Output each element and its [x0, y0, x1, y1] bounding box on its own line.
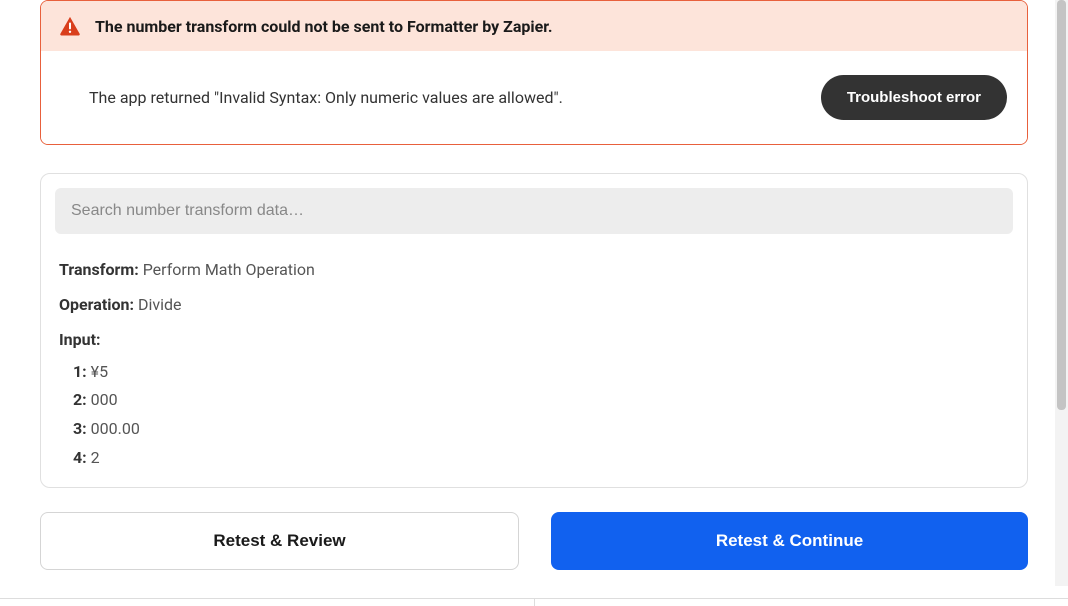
input-value: ¥5	[87, 362, 108, 381]
error-header: The number transform could not be sent t…	[41, 1, 1027, 51]
operation-row: Operation: Divide	[55, 287, 1013, 322]
input-value: 000.00	[87, 419, 140, 438]
input-value: 2	[87, 448, 100, 467]
input-number: 1:	[73, 362, 87, 381]
footer-divider	[0, 598, 1068, 606]
error-panel: The number transform could not be sent t…	[40, 0, 1028, 145]
transform-label: Transform:	[59, 260, 139, 279]
input-number: 3:	[73, 419, 87, 438]
operation-label: Operation:	[59, 295, 134, 314]
retest-continue-button[interactable]: Retest & Continue	[551, 512, 1028, 570]
error-message: The app returned "Invalid Syntax: Only n…	[89, 88, 563, 107]
footer-right	[535, 599, 1068, 606]
list-item: 3: 000.00	[73, 415, 1013, 444]
transform-value: Perform Math Operation	[139, 260, 315, 279]
troubleshoot-button[interactable]: Troubleshoot error	[821, 75, 1007, 120]
input-label: Input:	[59, 330, 101, 349]
button-row: Retest & Review Retest & Continue	[40, 512, 1028, 570]
data-panel: Transform: Perform Math Operation Operat…	[40, 173, 1028, 488]
list-item: 2: 000	[73, 386, 1013, 415]
warning-icon	[59, 15, 81, 37]
input-list: 1: ¥5 2: 000 3: 000.00 4: 2	[55, 358, 1013, 473]
list-item: 4: 2	[73, 444, 1013, 473]
error-title: The number transform could not be sent t…	[95, 17, 553, 36]
input-row: Input:	[55, 322, 1013, 357]
search-input[interactable]	[55, 188, 1013, 234]
input-value: 000	[87, 390, 118, 409]
list-item: 1: ¥5	[73, 358, 1013, 387]
scrollbar-track[interactable]	[1055, 0, 1068, 586]
retest-review-button[interactable]: Retest & Review	[40, 512, 519, 570]
error-body: The app returned "Invalid Syntax: Only n…	[41, 51, 1027, 144]
transform-row: Transform: Perform Math Operation	[55, 252, 1013, 287]
input-number: 2:	[73, 390, 87, 409]
input-number: 4:	[73, 448, 87, 467]
footer-left	[0, 599, 535, 606]
operation-value: Divide	[134, 295, 182, 314]
scrollbar-thumb[interactable]	[1057, 0, 1066, 410]
